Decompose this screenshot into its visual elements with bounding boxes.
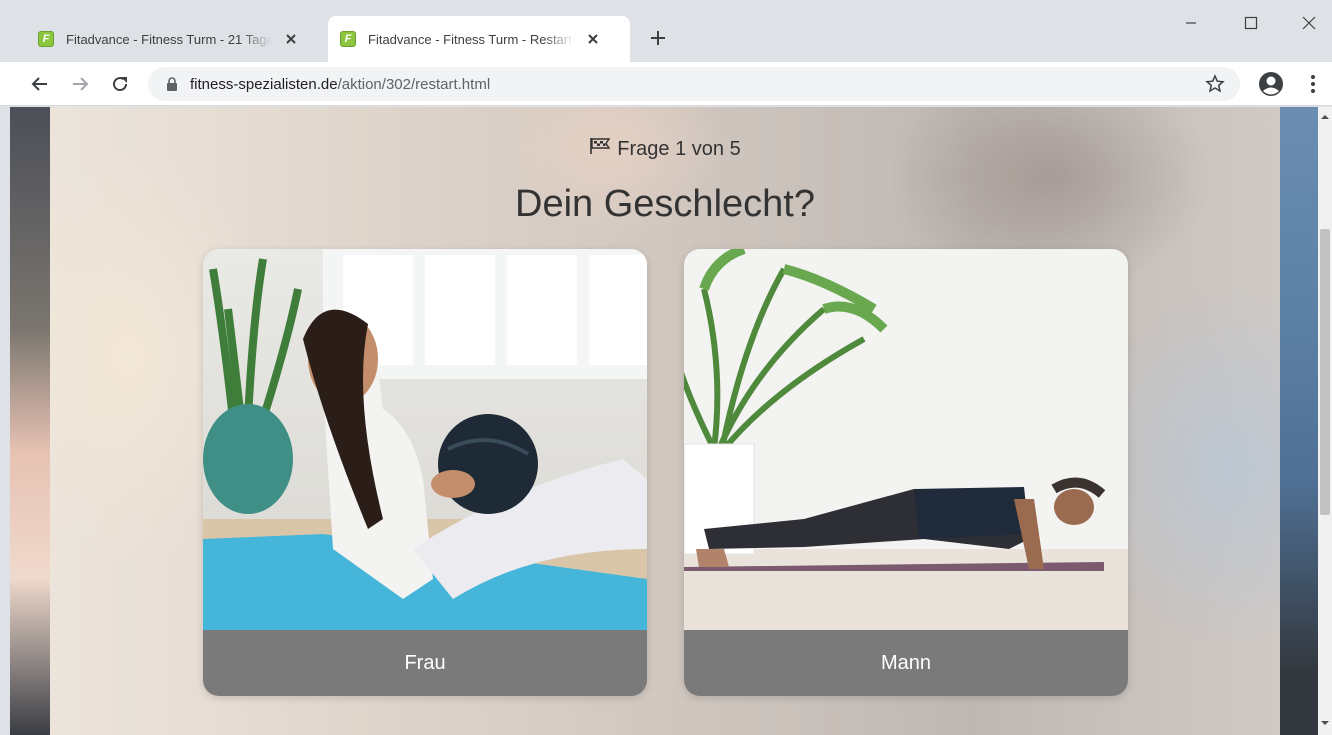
- kebab-menu-icon: [1311, 75, 1315, 93]
- maximize-icon: [1244, 16, 1258, 30]
- close-window-button[interactable]: [1286, 0, 1332, 46]
- url-path: /aktion/302/restart.html: [337, 75, 491, 93]
- url-host: fitness-spezialisten.de: [190, 75, 338, 93]
- back-button[interactable]: [26, 70, 54, 98]
- close-icon: [1302, 16, 1316, 30]
- progress-text: Frage 1 von 5: [617, 137, 741, 160]
- reload-button[interactable]: [106, 70, 134, 98]
- scroll-down-arrow-icon[interactable]: [1321, 719, 1329, 727]
- browser-tab-1[interactable]: F Fitadvance - Fitness Turm - 21 Tage: [26, 16, 322, 62]
- question-title: Dein Geschlecht?: [515, 183, 815, 225]
- minimize-icon: [1186, 22, 1196, 24]
- plus-icon: [651, 31, 665, 45]
- arrow-right-icon: [73, 77, 89, 91]
- background-photo-edge-left: [10, 107, 50, 735]
- lock-icon: [166, 76, 180, 92]
- woman-exercise-ball-photo: [203, 249, 647, 630]
- fitadvance-favicon-icon: F: [38, 31, 54, 47]
- profile-avatar-icon[interactable]: [1258, 71, 1284, 97]
- scroll-up-arrow-icon[interactable]: [1321, 113, 1329, 121]
- browser-toolbar: fitness-spezialisten.de/aktion/302/resta…: [0, 62, 1332, 106]
- man-pushup-photo: [684, 249, 1128, 630]
- option-card-frau[interactable]: Frau: [203, 249, 647, 696]
- close-tab-icon[interactable]: [584, 30, 602, 48]
- new-tab-button[interactable]: [644, 24, 672, 52]
- browser-menu-button[interactable]: [1300, 71, 1326, 97]
- tab-title: Fitadvance - Fitness Turm - 21 Tage: [66, 31, 272, 47]
- fitadvance-favicon-icon: F: [340, 31, 356, 47]
- browser-tab-2[interactable]: F Fitadvance - Fitness Turm - Restart: [328, 16, 630, 62]
- question-progress: Frage 1 von 5: [50, 137, 1280, 161]
- option-label-mann: Mann: [684, 630, 1128, 696]
- close-tab-icon[interactable]: [282, 30, 300, 48]
- tab-title: Fitadvance - Fitness Turm - Restart: [368, 31, 572, 47]
- address-bar[interactable]: fitness-spezialisten.de/aktion/302/resta…: [148, 67, 1240, 101]
- page-scrollbar[interactable]: [1318, 107, 1332, 735]
- scrollbar-thumb[interactable]: [1320, 229, 1330, 515]
- maximize-button[interactable]: [1228, 0, 1274, 46]
- option-card-mann[interactable]: Mann: [684, 249, 1128, 696]
- option-label-frau: Frau: [203, 630, 647, 696]
- url-text: fitness-spezialisten.de/aktion/302/resta…: [190, 76, 490, 93]
- bookmark-star-icon[interactable]: [1204, 73, 1226, 95]
- arrow-left-icon: [31, 77, 47, 91]
- minimize-button[interactable]: [1168, 0, 1214, 46]
- flag-icon: [589, 137, 611, 161]
- page-viewport: Frage 1 von 5 Dein Geschlecht? Frau Mann: [10, 107, 1318, 735]
- browser-tabstrip: F Fitadvance - Fitness Turm - 21 Tage F …: [0, 0, 1332, 62]
- forward-button[interactable]: [66, 70, 94, 98]
- background-photo-edge-right: [1280, 107, 1318, 735]
- reload-icon: [113, 77, 128, 92]
